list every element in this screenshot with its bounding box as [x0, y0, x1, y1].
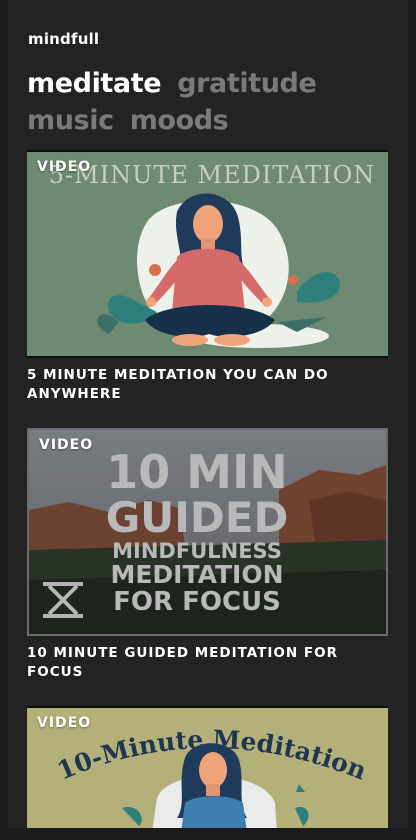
video-thumbnail[interactable]: 10 MIN GUIDED MINDFULNESS MEDITATION FOR…: [27, 428, 388, 636]
category-tabs: meditate gratitude music moods: [27, 65, 367, 139]
app-screen: mindfull meditate gratitude music moods …: [8, 0, 408, 828]
video-badge: VIDEO: [39, 437, 94, 453]
video-title[interactable]: 10 MINUTE GUIDED MEDITATION FOR FOCUS: [27, 644, 377, 682]
thumb-line: 10 MIN: [106, 445, 287, 499]
thumb-line: FOR FOCUS: [113, 587, 281, 617]
video-title[interactable]: 5 MINUTE MEDITATION YOU CAN DO ANYWHERE: [27, 366, 377, 404]
thumb-title-text: 5-MINUTE MEDITATION: [49, 161, 376, 189]
video-badge: VIDEO: [37, 159, 92, 175]
brand-logo[interactable]: mindfull: [28, 30, 99, 48]
video-card[interactable]: 10 MIN GUIDED MINDFULNESS MEDITATION FOR…: [27, 428, 388, 682]
tab-music[interactable]: music: [27, 105, 114, 136]
video-badge: VIDEO: [37, 715, 92, 731]
video-thumbnail[interactable]: 5-MINUTE MEDITATION VIDEO: [27, 150, 388, 358]
video-card[interactable]: 5-MINUTE MEDITATION VIDEO 5 MINUTE MEDIT…: [27, 150, 388, 404]
video-thumbnail[interactable]: 10-Minute Meditation VIDEO: [27, 706, 388, 828]
tab-moods[interactable]: moods: [130, 105, 229, 136]
tab-gratitude[interactable]: gratitude: [177, 68, 317, 99]
tab-meditate[interactable]: meditate: [27, 68, 162, 99]
thumb-line: MEDITATION: [110, 560, 283, 589]
video-card[interactable]: 10-Minute Meditation VIDEO: [27, 706, 388, 828]
thumb-line: GUIDED: [106, 493, 289, 542]
meditation-illustration: 5-MINUTE MEDITATION: [27, 152, 388, 356]
canyon-photo: 10 MIN GUIDED MINDFULNESS MEDITATION FOR…: [29, 430, 386, 634]
